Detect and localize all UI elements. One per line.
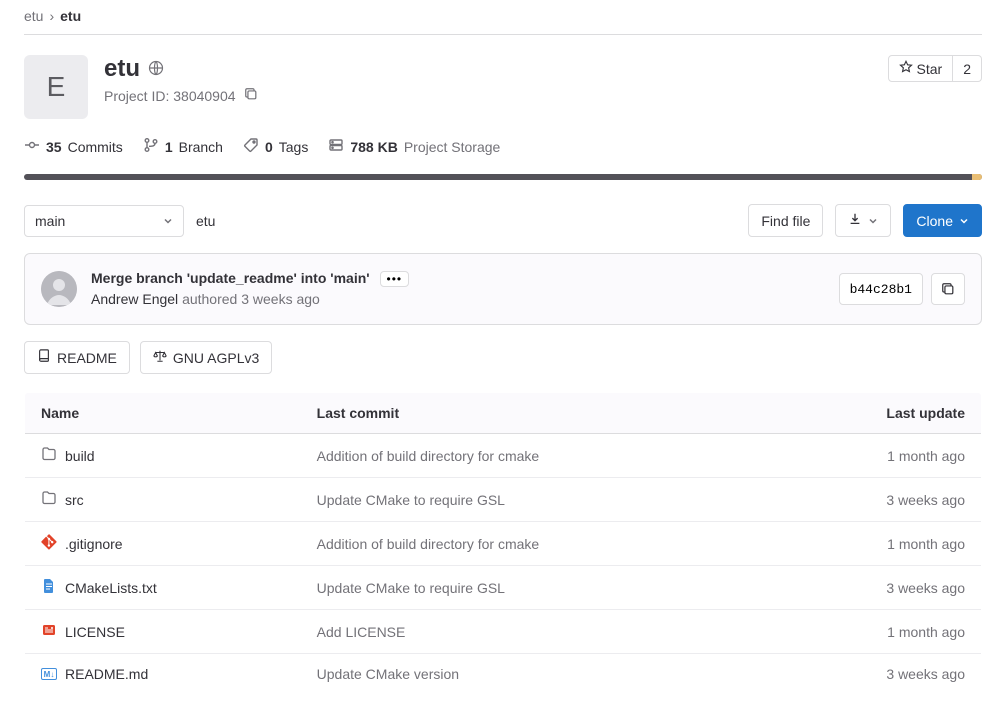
file-link[interactable]: .gitignore xyxy=(41,534,285,553)
file-update-time: 3 weeks ago xyxy=(775,566,982,610)
star-button[interactable]: Star xyxy=(888,55,954,82)
tag-icon xyxy=(243,137,259,156)
table-row: LICENSE Add LICENSE1 month ago xyxy=(25,610,982,654)
stat-tags[interactable]: 0 Tags xyxy=(243,137,308,156)
commit-time: 3 weeks ago xyxy=(241,291,320,307)
commits-icon xyxy=(24,137,40,156)
file-link[interactable]: LICENSE xyxy=(41,622,285,641)
commit-expand-button[interactable]: ••• xyxy=(380,271,410,287)
commit-author[interactable]: Andrew Engel xyxy=(91,291,178,307)
file-tree-table: Name Last commit Last update build Additi… xyxy=(24,392,982,695)
file-update-time: 1 month ago xyxy=(775,610,982,654)
chevron-down-icon xyxy=(163,213,173,229)
file-link[interactable]: src xyxy=(41,490,285,509)
file-commit-msg[interactable]: Update CMake version xyxy=(301,654,775,695)
clone-button[interactable]: Clone xyxy=(903,204,982,237)
breadcrumb: etu › etu xyxy=(24,8,982,24)
copy-sha-button[interactable] xyxy=(931,273,965,305)
table-row: build Addition of build directory for cma… xyxy=(25,434,982,478)
col-last-update: Last update xyxy=(775,393,982,434)
table-row: .gitignore Addition of build directory fo… xyxy=(25,522,982,566)
col-last-commit: Last commit xyxy=(301,393,775,434)
breadcrumb-parent[interactable]: etu xyxy=(24,8,43,24)
download-button[interactable] xyxy=(835,204,891,237)
file-link[interactable]: build xyxy=(41,446,285,465)
balance-icon xyxy=(153,349,167,366)
star-icon xyxy=(899,60,913,77)
storage-icon xyxy=(328,137,344,156)
markdown-icon: M↓ xyxy=(41,668,57,680)
breadcrumb-current: etu xyxy=(60,8,81,24)
branch-icon xyxy=(143,137,159,156)
git-icon xyxy=(41,534,57,553)
file-update-time: 1 month ago xyxy=(775,522,982,566)
commit-author-avatar[interactable] xyxy=(41,271,77,307)
document-icon xyxy=(41,578,57,597)
branch-select[interactable]: main xyxy=(24,205,184,237)
star-label: Star xyxy=(917,61,943,77)
file-commit-msg[interactable]: Update CMake to require GSL xyxy=(301,478,775,522)
file-commit-msg[interactable]: Update CMake to require GSL xyxy=(301,566,775,610)
file-commit-msg[interactable]: Addition of build directory for cmake xyxy=(301,522,775,566)
table-row: M↓ README.md Update CMake version3 weeks a… xyxy=(25,654,982,695)
commit-title[interactable]: Merge branch 'update_readme' into 'main' xyxy=(91,270,370,286)
find-file-button[interactable]: Find file xyxy=(748,204,823,237)
globe-icon xyxy=(148,60,164,79)
file-update-time: 1 month ago xyxy=(775,434,982,478)
chevron-right-icon: › xyxy=(49,8,54,24)
download-icon xyxy=(848,212,862,229)
quicklink-readme[interactable]: README xyxy=(24,341,130,374)
book-icon xyxy=(37,349,51,366)
col-name: Name xyxy=(25,393,301,434)
file-commit-msg[interactable]: Add LICENSE xyxy=(301,610,775,654)
file-link[interactable]: M↓ README.md xyxy=(41,666,285,682)
file-name: CMakeLists.txt xyxy=(65,580,157,596)
file-link[interactable]: CMakeLists.txt xyxy=(41,578,285,597)
chevron-down-icon xyxy=(959,213,969,229)
file-name: README.md xyxy=(65,666,148,682)
project-title: etu xyxy=(104,55,140,83)
quicklink-license[interactable]: GNU AGPLv3 xyxy=(140,341,272,374)
commit-sha-button[interactable]: b44c28b1 xyxy=(839,273,923,305)
stat-storage[interactable]: 788 KB Project Storage xyxy=(328,137,500,156)
chevron-down-icon xyxy=(868,213,878,229)
project-avatar: E xyxy=(24,55,88,119)
copy-id-icon[interactable] xyxy=(244,87,258,104)
file-name: .gitignore xyxy=(65,536,123,552)
file-update-time: 3 weeks ago xyxy=(775,478,982,522)
project-id: Project ID: 38040904 xyxy=(104,88,236,104)
usage-bar xyxy=(24,174,982,180)
file-name: LICENSE xyxy=(65,624,125,640)
file-update-time: 3 weeks ago xyxy=(775,654,982,695)
stat-branches[interactable]: 1 Branch xyxy=(143,137,223,156)
file-commit-msg[interactable]: Addition of build directory for cmake xyxy=(301,434,775,478)
file-name: build xyxy=(65,448,95,464)
folder-icon xyxy=(41,490,57,509)
license-icon xyxy=(41,622,57,641)
tree-breadcrumb[interactable]: etu xyxy=(196,213,215,229)
folder-icon xyxy=(41,446,57,465)
file-name: src xyxy=(65,492,84,508)
star-count[interactable]: 2 xyxy=(953,55,982,82)
stat-commits[interactable]: 35 Commits xyxy=(24,137,123,156)
table-row: CMakeLists.txt Update CMake to require GS… xyxy=(25,566,982,610)
table-row: src Update CMake to require GSL3 weeks ag… xyxy=(25,478,982,522)
